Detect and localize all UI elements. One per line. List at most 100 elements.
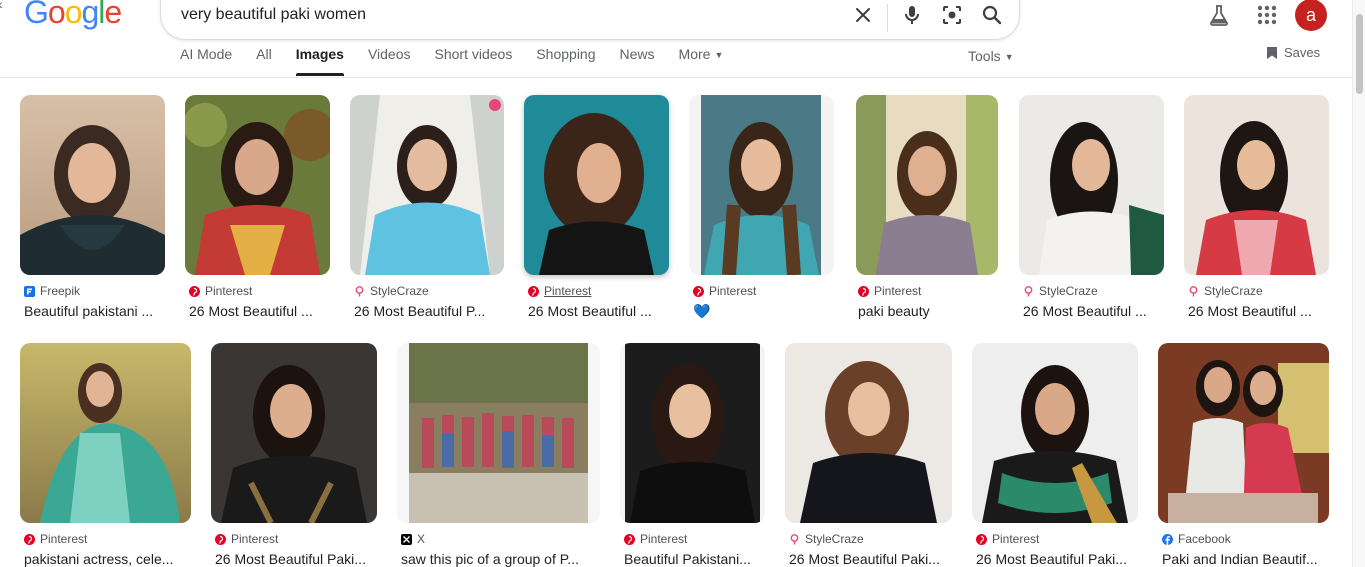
image-result[interactable] [785, 343, 952, 523]
tab-shopping[interactable]: Shopping [536, 46, 595, 76]
result-thumbnail[interactable] [972, 343, 1138, 523]
caret-down-icon: ▼ [1004, 52, 1014, 63]
image-result[interactable] [689, 95, 834, 275]
google-apps-icon[interactable] [1257, 5, 1277, 25]
image-result[interactable] [1019, 95, 1164, 275]
image-result[interactable] [20, 343, 191, 523]
result-thumbnail[interactable] [20, 95, 165, 275]
image-result[interactable] [1184, 95, 1329, 275]
result-thumbnail[interactable] [397, 343, 600, 523]
result-title[interactable]: 💙 [693, 303, 834, 320]
freepik-icon [24, 285, 35, 297]
image-result[interactable] [350, 95, 504, 275]
result-source[interactable]: Freepik [24, 284, 80, 298]
image-result[interactable] [397, 343, 600, 523]
result-title[interactable]: 26 Most Beautiful ... [1188, 303, 1329, 319]
result-title[interactable]: Beautiful Pakistani... [624, 551, 765, 567]
result-title[interactable]: 26 Most Beautiful ... [528, 303, 669, 319]
result-source[interactable]: StyleCraze [354, 284, 429, 298]
result-source[interactable]: StyleCraze [789, 532, 864, 546]
tab-more[interactable]: More ▼ [679, 46, 724, 76]
result-title[interactable]: 26 Most Beautiful Paki... [789, 551, 952, 567]
google-logo[interactable]: Google [24, 0, 122, 31]
page-scrollbar[interactable] [1352, 0, 1365, 567]
stylecraze-icon [1024, 285, 1033, 296]
result-source[interactable]: StyleCraze [1188, 284, 1263, 298]
result-source[interactable]: Pinterest [24, 532, 87, 546]
tab-short-videos[interactable]: Short videos [435, 46, 513, 76]
result-thumbnail[interactable] [185, 95, 330, 275]
result-thumbnail[interactable] [785, 343, 952, 523]
result-title[interactable]: 26 Most Beautiful Paki... [215, 551, 377, 567]
pinterest-icon [976, 533, 987, 545]
tab-news[interactable]: News [620, 46, 655, 76]
result-title[interactable]: 26 Most Beautiful P... [354, 303, 502, 319]
scrollbar-thumb[interactable] [1356, 14, 1363, 94]
result-source[interactable]: Pinterest [215, 532, 278, 546]
pinterest-icon [528, 285, 539, 297]
lens-icon[interactable] [940, 3, 964, 27]
image-result[interactable] [524, 95, 669, 275]
tab-ai-mode[interactable]: AI Mode [180, 46, 232, 76]
result-title[interactable]: Paki and Indian Beautif... [1162, 551, 1329, 567]
stylecraze-icon [1189, 285, 1198, 296]
result-thumbnail[interactable] [350, 95, 504, 275]
result-thumbnail[interactable] [1158, 343, 1329, 523]
result-source[interactable]: Pinterest [976, 532, 1039, 546]
bookmark-icon [1267, 46, 1277, 59]
result-title[interactable]: 26 Most Beautiful ... [189, 303, 330, 319]
result-source[interactable]: Pinterest [624, 532, 687, 546]
result-source[interactable]: Pinterest [693, 284, 756, 298]
result-source[interactable]: Pinterest [189, 284, 252, 298]
search-icon[interactable] [980, 3, 1004, 27]
stylecraze-icon [790, 533, 799, 544]
tab-videos[interactable]: Videos [368, 46, 411, 76]
result-thumbnail[interactable] [524, 95, 669, 275]
image-result[interactable] [856, 95, 998, 275]
search-tabs: AI Mode All Images Videos Short videos S… [180, 46, 747, 76]
result-title[interactable]: paki beauty [858, 303, 998, 319]
microphone-icon[interactable] [900, 3, 924, 27]
result-title[interactable]: pakistani actress, cele... [24, 551, 191, 567]
pinterest-icon [693, 285, 704, 297]
result-source[interactable]: Facebook [1162, 532, 1231, 546]
result-title[interactable]: 26 Most Beautiful Paki... [976, 551, 1138, 567]
tools-button[interactable]: Tools ▼ [968, 48, 1014, 64]
image-result[interactable] [620, 343, 765, 523]
search-box[interactable]: very beautiful paki women [160, 0, 1020, 40]
pinterest-icon [189, 285, 200, 297]
saves-button[interactable]: Saves [1266, 45, 1320, 60]
stylecraze-icon [355, 285, 364, 296]
tab-all[interactable]: All [256, 46, 272, 76]
account-avatar[interactable]: a [1295, 0, 1327, 31]
result-title[interactable]: saw this pic of a group of P... [401, 551, 600, 567]
image-result[interactable] [211, 343, 377, 523]
image-result[interactable] [20, 95, 165, 275]
result-title[interactable]: 26 Most Beautiful ... [1023, 303, 1164, 319]
result-thumbnail[interactable] [1019, 95, 1164, 275]
result-thumbnail[interactable] [620, 343, 765, 523]
tab-images[interactable]: Images [295, 46, 345, 76]
pinterest-icon [624, 533, 635, 545]
search-input[interactable]: very beautiful paki women [181, 6, 366, 24]
result-source[interactable]: Pinterest [528, 284, 591, 298]
result-thumbnail[interactable] [856, 95, 998, 275]
labs-flask-icon[interactable] [1208, 4, 1230, 26]
image-result[interactable] [185, 95, 330, 275]
result-thumbnail[interactable] [211, 343, 377, 523]
result-thumbnail[interactable] [1184, 95, 1329, 275]
result-title[interactable]: Beautiful pakistani ... [24, 303, 165, 319]
result-thumbnail[interactable] [20, 343, 191, 523]
image-result[interactable] [1158, 343, 1329, 523]
image-result[interactable] [972, 343, 1138, 523]
pinterest-icon [858, 285, 869, 297]
result-source[interactable]: Pinterest [858, 284, 921, 298]
result-source[interactable]: X [401, 532, 425, 546]
clear-icon[interactable] [851, 3, 875, 27]
back-arrow-icon[interactable]: ‹ [0, 0, 3, 12]
x-icon [401, 533, 412, 545]
result-thumbnail[interactable] [689, 95, 834, 275]
pinterest-icon [215, 533, 226, 545]
facebook-icon [1162, 533, 1173, 545]
result-source[interactable]: StyleCraze [1023, 284, 1098, 298]
